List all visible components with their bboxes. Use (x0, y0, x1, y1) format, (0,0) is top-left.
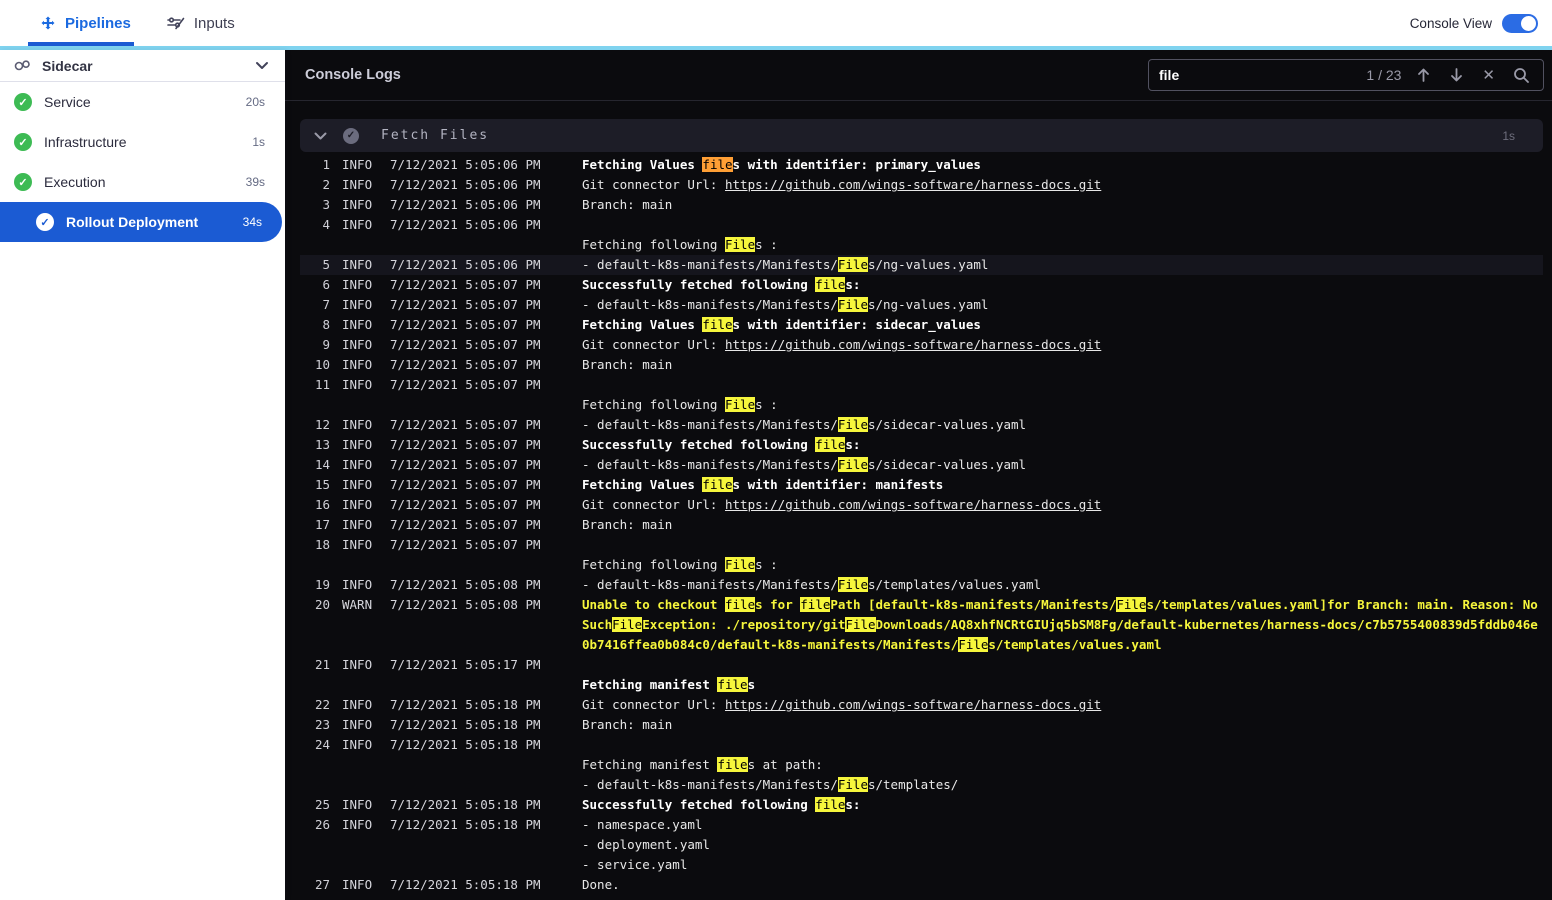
log-line: 2 INFO 7/12/2021 5:05:06 PM Git connector U… (322, 177, 1102, 192)
sidebar-item-infrastructure[interactable]: ✓ Infrastructure 1s (0, 122, 285, 162)
pipelines-icon (40, 15, 56, 31)
stage-title: Sidecar (42, 57, 93, 74)
log-line: - service.yaml (582, 857, 688, 872)
execution-sidebar: Sidecar ✓ Service 20s ✓ Infrastructure 1… (0, 50, 285, 900)
log-line: 27 INFO 7/12/2021 5:05:18 PM Done. (314, 877, 620, 892)
log-line: 7 INFO 7/12/2021 5:05:07 PM - default-k8s-m… (322, 297, 989, 312)
log-line: 10 INFO 7/12/2021 5:05:07 PM Branch: main (314, 357, 673, 372)
sidebar-item-rollout-deployment[interactable]: ✓ Rollout Deployment 34s (0, 202, 282, 242)
log-line: 13 INFO 7/12/2021 5:05:07 PM Successfully f… (314, 437, 861, 452)
inputs-icon (167, 15, 185, 31)
console-header: Console Logs 1 / 23 ✕ (285, 50, 1552, 101)
previous-match-button[interactable] (1413, 67, 1434, 83)
log-line: - default-k8s-manifests/Manifests/Files/… (582, 777, 959, 792)
success-check-icon: ✓ (14, 133, 32, 151)
step-section-header[interactable]: ✓ Fetch Files 1s (300, 119, 1543, 152)
collapse-chevron-icon[interactable] (314, 132, 327, 140)
success-check-icon: ✓ (36, 213, 54, 231)
log-line: 17 INFO 7/12/2021 5:05:07 PM Branch: main (314, 517, 673, 532)
step-duration: 1s (252, 135, 265, 149)
search-input[interactable] (1159, 67, 1355, 83)
step-section-title: Fetch Files (381, 128, 490, 143)
log-line: 9 INFO 7/12/2021 5:05:07 PM Git connector U… (322, 337, 1102, 352)
log-line: 16 INFO 7/12/2021 5:05:07 PM Git connector … (314, 497, 1102, 512)
log-line: 4 INFO 7/12/2021 5:05:06 PM (322, 217, 541, 232)
log-line: Fetching following Files : (582, 237, 778, 252)
sidebar-item-execution[interactable]: ✓ Execution 39s (0, 162, 285, 202)
sidebar-item-label: Rollout Deployment (66, 214, 199, 230)
log-line: 18 INFO 7/12/2021 5:05:07 PM (314, 537, 541, 552)
console-view-toggle[interactable] (1502, 13, 1538, 33)
tab-pipelines-label: Pipelines (65, 14, 131, 32)
search-match-counter: 1 / 23 (1366, 67, 1402, 83)
sidebar-item-service[interactable]: ✓ Service 20s (0, 82, 285, 122)
sidebar-item-label: Service (44, 94, 91, 110)
log-line: 11 INFO 7/12/2021 5:05:07 PM (314, 377, 541, 392)
step-success-icon: ✓ (343, 127, 359, 144)
step-duration: 39s (245, 175, 265, 189)
log-link[interactable]: https://github.com/wings-software/harnes… (725, 177, 1101, 192)
console-panel: Console Logs 1 / 23 ✕ ✓ Fetc (285, 50, 1552, 900)
link-icon (14, 59, 32, 72)
sidebar-item-label: Execution (44, 174, 106, 190)
log-line: 6 INFO 7/12/2021 5:05:07 PM Successfully fe… (322, 277, 861, 292)
step-duration: 20s (245, 95, 265, 109)
log-lines: 1 INFO 7/12/2021 5:05:06 PM Fetching Values… (300, 155, 1543, 895)
log-line: 23 INFO 7/12/2021 5:05:18 PM Branch: main (314, 717, 673, 732)
log-line: 15 INFO 7/12/2021 5:05:07 PM Fetching Value… (314, 477, 944, 492)
toggle-knob (1521, 15, 1536, 31)
log-line: 20 WARN 7/12/2021 5:05:08 PM Unable to chec… (314, 597, 1538, 652)
log-line: 26 INFO 7/12/2021 5:05:18 PM - namespace.ya… (314, 817, 703, 832)
tab-inputs[interactable]: Inputs (167, 0, 235, 46)
top-bar: Pipelines Inputs Console View (0, 0, 1552, 46)
log-line: - deployment.yaml (582, 837, 710, 852)
chevron-down-icon[interactable] (255, 61, 269, 70)
log-line: 8 INFO 7/12/2021 5:05:07 PM Fetching Values… (322, 317, 981, 332)
log-line: 24 INFO 7/12/2021 5:05:18 PM (314, 737, 541, 752)
log-line: 1 INFO 7/12/2021 5:05:06 PM Fetching Values… (322, 157, 981, 172)
success-check-icon: ✓ (14, 173, 32, 191)
sidebar-stage-header[interactable]: Sidecar (0, 50, 285, 82)
console-view-label: Console View (1409, 15, 1492, 31)
log-line: 25 INFO 7/12/2021 5:05:18 PM Successfully f… (314, 797, 861, 812)
sidebar-item-label: Infrastructure (44, 134, 127, 150)
log-line: 21 INFO 7/12/2021 5:05:17 PM (314, 657, 541, 672)
search-icon[interactable] (1510, 67, 1533, 84)
step-section-duration: 1s (1502, 128, 1515, 143)
log-line: Fetching following Files : (582, 557, 778, 572)
console-logs-title: Console Logs (305, 67, 401, 83)
log-line: 19 INFO 7/12/2021 5:05:08 PM - default-k8s-… (314, 577, 1042, 592)
tab-inputs-label: Inputs (193, 14, 235, 32)
log-search-box[interactable]: 1 / 23 ✕ (1148, 59, 1544, 91)
log-link[interactable]: https://github.com/wings-software/harnes… (725, 337, 1101, 352)
log-link[interactable]: https://github.com/wings-software/harnes… (725, 497, 1101, 512)
log-line: Fetching following Files : (582, 397, 778, 412)
clear-search-button[interactable]: ✕ (1479, 66, 1498, 84)
next-match-button[interactable] (1446, 67, 1467, 83)
log-line: 14 INFO 7/12/2021 5:05:07 PM - default-k8s-… (314, 457, 1027, 472)
step-duration: 34s (242, 215, 262, 229)
log-line: 12 INFO 7/12/2021 5:05:07 PM - default-k8s-… (314, 417, 1027, 432)
log-line: 3 INFO 7/12/2021 5:05:06 PM Branch: main (322, 197, 673, 212)
tab-pipelines[interactable]: Pipelines (28, 0, 134, 46)
log-line: Fetching manifest files (582, 677, 756, 692)
log-line: 22 INFO 7/12/2021 5:05:18 PM Git connector … (314, 697, 1102, 712)
log-line: Fetching manifest files at path: (582, 757, 823, 772)
success-check-icon: ✓ (14, 93, 32, 111)
log-line: 5 INFO 7/12/2021 5:05:06 PM - default-k8s-m… (300, 255, 1543, 275)
log-link[interactable]: https://github.com/wings-software/harnes… (725, 697, 1101, 712)
